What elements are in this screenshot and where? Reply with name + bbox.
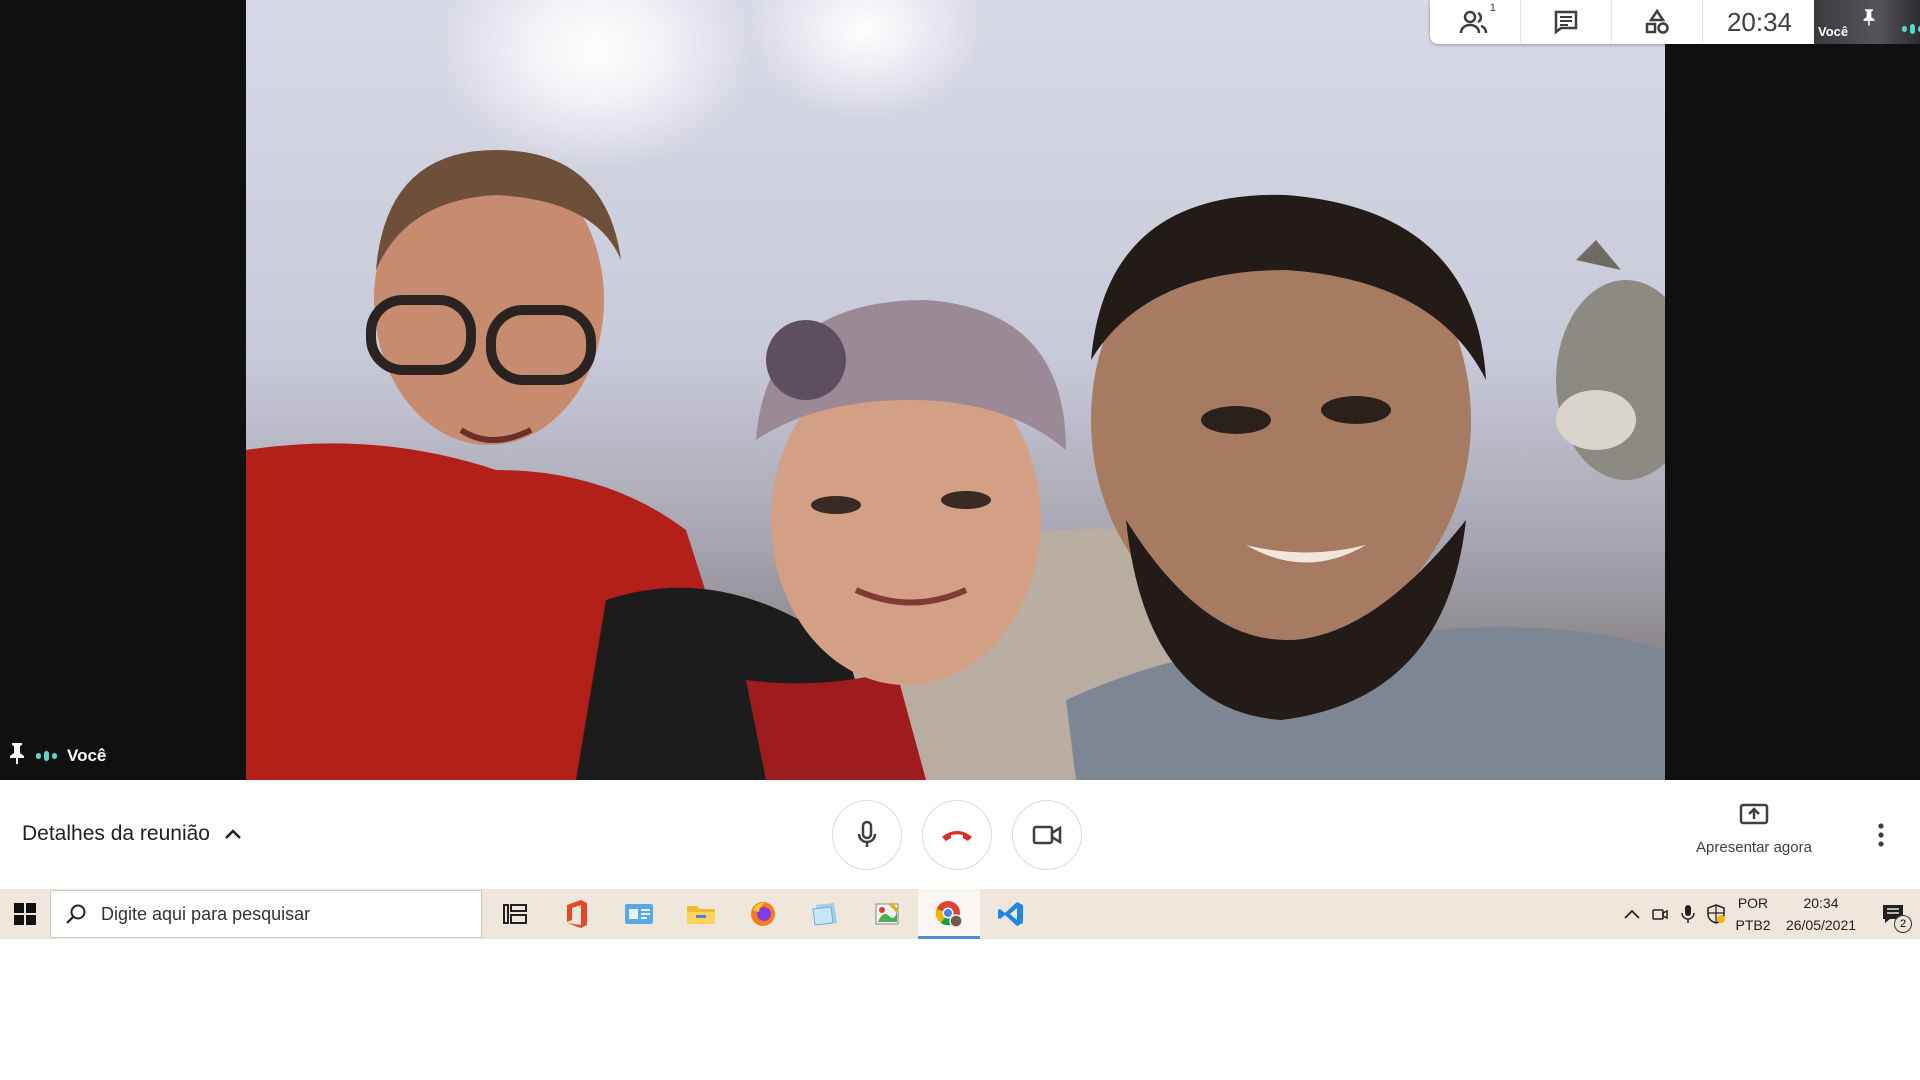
camera-tray-button[interactable] [1646, 889, 1674, 939]
chevron-up-icon [225, 829, 241, 839]
firefox-app[interactable] [732, 889, 794, 939]
people-count-badge: 1 [1489, 2, 1496, 14]
taskbar-clock[interactable]: 20:34 26/05/2021 [1776, 892, 1866, 936]
self-view-thumbnail[interactable]: Você [1814, 0, 1920, 44]
microphone-icon [857, 820, 877, 847]
security-tray-button[interactable] [1702, 889, 1730, 939]
microphone-in-use-icon [1681, 905, 1695, 923]
clock-time: 20:34 [1803, 895, 1839, 911]
file-explorer-app[interactable] [670, 889, 732, 939]
vscode-icon [998, 902, 1023, 926]
show-hidden-icons-button[interactable] [1618, 889, 1646, 939]
action-center-button[interactable]: 2 [1866, 889, 1920, 939]
camera-in-use-icon [1652, 909, 1668, 920]
system-tray: POR PTB2 20:34 26/05/2021 2 [1618, 889, 1920, 939]
present-now-label: Apresentar agora [1696, 839, 1812, 856]
vscode-app[interactable] [980, 889, 1042, 939]
meet-stage: Você 1 20:34 Você [0, 0, 1920, 780]
clock-date: 26/05/2021 [1785, 917, 1857, 933]
hang-up-icon [942, 831, 972, 841]
more-options-button[interactable] [1866, 820, 1896, 850]
notes-app[interactable] [794, 889, 856, 939]
people-icon [1459, 10, 1488, 34]
search-placeholder: Digite aqui para pesquisar [101, 903, 311, 924]
office-app[interactable] [546, 889, 608, 939]
self-view-label: Você [1818, 24, 1849, 39]
microphone-button[interactable] [832, 800, 902, 870]
speaking-indicator-icon [1902, 24, 1920, 34]
shield-warning-icon [1707, 904, 1725, 924]
chrome-icon [935, 901, 963, 928]
meet-control-bar: Detalhes da reunião Apresentar agora [0, 780, 1920, 889]
activities-icon [1645, 8, 1669, 34]
chat-button[interactable] [1521, 0, 1612, 44]
paint-icon [875, 902, 899, 925]
present-now-button[interactable]: Apresentar agora [1674, 802, 1834, 856]
chat-icon [1554, 10, 1578, 35]
main-tile-name-label: Você [8, 742, 106, 769]
contact-card-icon [625, 904, 653, 924]
taskbar-search-box[interactable]: Digite aqui para pesquisar [50, 890, 482, 938]
task-view-button[interactable] [484, 889, 546, 939]
input-language-button[interactable]: POR PTB2 [1730, 892, 1776, 936]
pin-icon[interactable] [8, 742, 26, 769]
people-button[interactable]: 1 [1430, 0, 1521, 44]
chrome-app[interactable] [918, 889, 980, 939]
paint-app[interactable] [856, 889, 918, 939]
activities-button[interactable] [1612, 0, 1703, 44]
windows-logo-icon [14, 903, 36, 925]
meeting-details-button[interactable]: Detalhes da reunião [22, 822, 242, 846]
video-frame-illustration [246, 150, 1665, 780]
end-call-button[interactable] [922, 800, 992, 870]
windows-taskbar: Digite aqui para pesquisar POR PTB2 20:3… [0, 889, 1920, 939]
pin-icon[interactable] [1862, 8, 1876, 31]
meet-top-toolbar: 1 20:34 [1430, 0, 1816, 44]
microphone-tray-button[interactable] [1674, 889, 1702, 939]
search-icon [66, 904, 86, 924]
camera-icon [1032, 825, 1062, 845]
firefox-icon [751, 902, 775, 926]
language-code: POR [1737, 895, 1769, 911]
notification-count-badge: 2 [1894, 915, 1912, 933]
more-vertical-icon [1878, 823, 1884, 847]
folder-icon [687, 906, 715, 924]
meeting-clock: 20:34 [1726, 6, 1793, 37]
mail-card-app[interactable] [608, 889, 670, 939]
notes-icon [812, 903, 837, 926]
camera-button[interactable] [1012, 800, 1082, 870]
participant-video[interactable] [246, 0, 1665, 780]
meeting-details-label: Detalhes da reunião [22, 822, 210, 845]
participant-name: Você [67, 745, 107, 765]
speaking-indicator-icon [36, 750, 57, 761]
taskbar-apps [484, 889, 1042, 939]
office-icon [567, 900, 587, 928]
keyboard-layout: PTB2 [1735, 917, 1771, 933]
task-view-icon [503, 904, 527, 924]
start-button[interactable] [0, 889, 50, 939]
present-screen-icon [1739, 803, 1769, 825]
chevron-up-icon [1624, 909, 1640, 919]
